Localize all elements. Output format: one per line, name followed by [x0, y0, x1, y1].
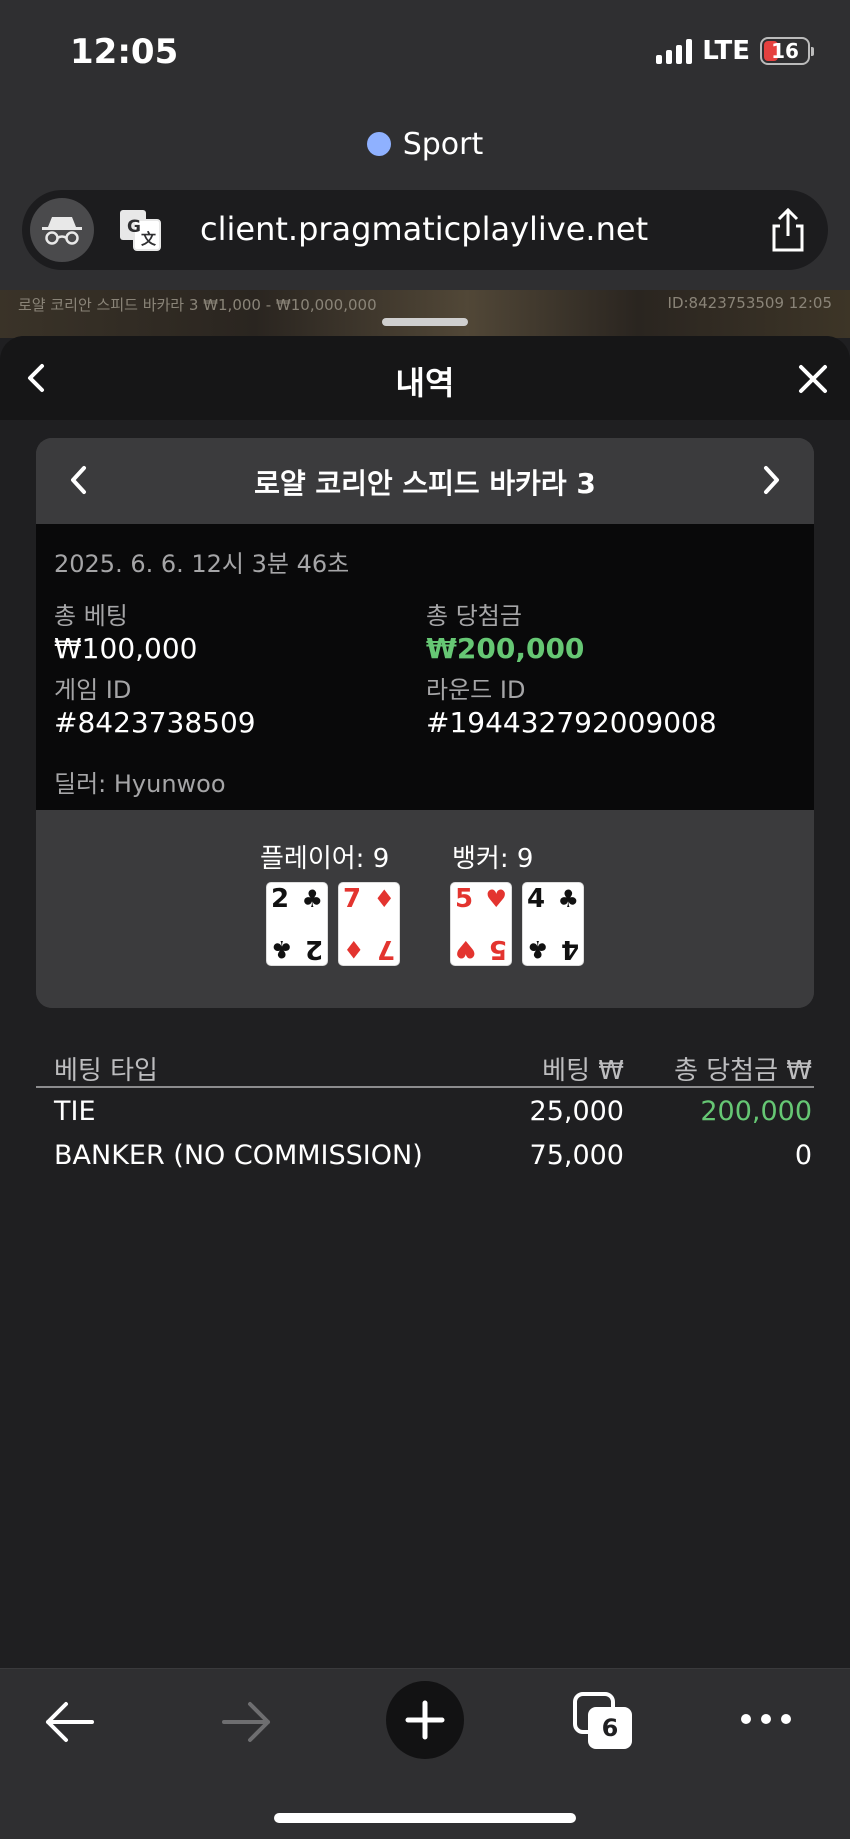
- close-button[interactable]: [796, 362, 830, 396]
- card-rank: 2: [271, 884, 290, 914]
- card-suit: ♣: [557, 885, 579, 913]
- card-suit: ♥: [455, 935, 477, 963]
- game-id-label: 게임 ID: [54, 676, 132, 704]
- browser-address-area: G 文 client.pragmaticplaylive.net: [0, 184, 850, 290]
- header-total-win: 총 당첨금 ₩: [674, 1056, 812, 1086]
- incognito-icon[interactable]: [30, 198, 94, 262]
- more-options-icon[interactable]: [738, 1709, 794, 1733]
- playing-card: 4 ♣ 4 ♣: [522, 882, 584, 966]
- card-rank: 7: [343, 884, 362, 914]
- url-text[interactable]: client.pragmaticplaylive.net: [200, 210, 648, 248]
- card-rank: 2: [304, 934, 323, 964]
- banker-score: 뱅커: 9: [452, 844, 534, 874]
- playing-card: 7 ♦ 7 ♦: [338, 882, 400, 966]
- status-time: 12:05: [70, 32, 179, 72]
- bet-type: TIE: [54, 1096, 96, 1127]
- site-label: Sport: [0, 104, 850, 184]
- history-sheet: 내역 로얄 코리안 스피드 바카라 3 2025. 6. 6. 12시 3분 4…: [0, 336, 850, 1668]
- translate-icon[interactable]: G 文: [118, 208, 162, 252]
- home-indicator[interactable]: [274, 1813, 576, 1823]
- bets-table: 베팅 타입 베팅 ₩ 총 당첨금 ₩ TIE 25,000 200,000 BA…: [36, 1042, 814, 1176]
- cards-result: 플레이어: 9 뱅커: 9 2 ♣ 2 ♣ 7 ♦ 7 ♦ 5 ♥ 5 ♥ 4: [36, 810, 814, 1008]
- player-score: 플레이어: 9: [260, 844, 390, 874]
- card-suit: ♣: [301, 885, 323, 913]
- win-amount: 200,000: [700, 1096, 812, 1127]
- status-indicators: LTE 16: [656, 36, 814, 66]
- tabs-button[interactable]: 6: [572, 1691, 634, 1751]
- next-round-button[interactable]: [758, 462, 784, 498]
- bet-amount: 75,000: [529, 1140, 624, 1171]
- site-dot-icon: [366, 132, 391, 156]
- site-label-text: Sport: [402, 126, 484, 162]
- table-row: TIE 25,000 200,000: [36, 1088, 814, 1132]
- header-bet-amount: 베팅 ₩: [542, 1056, 624, 1086]
- round-id-label: 라운드 ID: [426, 676, 526, 704]
- signal-icon: [656, 38, 693, 64]
- tab-count: 6: [588, 1707, 632, 1749]
- game-id-value: #8423738509: [54, 706, 256, 739]
- card-rank: 5: [488, 934, 507, 964]
- card-suit: ♣: [271, 935, 293, 963]
- status-bar: 12:05 LTE 16: [0, 0, 850, 104]
- address-bar[interactable]: G 文 client.pragmaticplaylive.net: [22, 190, 828, 270]
- total-bet-value: ₩100,000: [54, 632, 198, 665]
- card-suit: ♦: [373, 885, 395, 913]
- round-id-value: #194432792009008: [426, 706, 717, 739]
- bet-type: BANKER (NO COMMISSION): [54, 1140, 423, 1171]
- card-suit: ♥: [485, 885, 507, 913]
- sheet-header: 내역: [0, 336, 850, 420]
- dealer-name: 딜러: Hyunwoo: [54, 770, 226, 798]
- sheet-drag-handle[interactable]: [382, 318, 468, 326]
- round-datetime: 2025. 6. 6. 12시 3분 46초: [54, 550, 350, 578]
- new-tab-button[interactable]: [386, 1681, 464, 1759]
- total-win-label: 총 당첨금: [426, 602, 522, 630]
- battery-icon: 16: [760, 37, 814, 65]
- game-strip-right-text: ID:8423753509 12:05: [667, 294, 832, 312]
- card-rank: 5: [455, 884, 474, 914]
- round-info: 2025. 6. 6. 12시 3분 46초 총 베팅 ₩100,000 총 당…: [36, 524, 814, 810]
- playing-card: 5 ♥ 5 ♥: [450, 882, 512, 966]
- browser-back-button[interactable]: [40, 1697, 98, 1751]
- game-name: 로얄 코리안 스피드 바카라 3: [254, 467, 596, 500]
- card-suit: ♦: [343, 935, 365, 963]
- game-nav-header: 로얄 코리안 스피드 바카라 3: [36, 438, 814, 524]
- table-row: BANKER (NO COMMISSION) 75,000 0: [36, 1132, 814, 1176]
- total-win-value: ₩200,000: [426, 632, 585, 665]
- card-rank: 4: [527, 884, 546, 914]
- game-strip-left-text: 로얄 코리안 스피드 바카라 3 ₩1,000 - ₩10,000,000: [18, 296, 377, 314]
- card-rank: 4: [560, 934, 579, 964]
- network-type: LTE: [702, 36, 750, 66]
- round-detail-card: 로얄 코리안 스피드 바카라 3 2025. 6. 6. 12시 3분 46초 …: [36, 438, 814, 1008]
- sheet-title: 내역: [395, 364, 455, 402]
- browser-toolbar: 6: [0, 1668, 850, 1839]
- card-suit: ♣: [527, 935, 549, 963]
- bet-amount: 25,000: [529, 1096, 624, 1127]
- svg-text:文: 文: [141, 230, 157, 248]
- svg-text:G: G: [127, 217, 141, 237]
- playing-card: 2 ♣ 2 ♣: [266, 882, 328, 966]
- battery-level: 16: [771, 39, 799, 63]
- card-rank: 7: [376, 934, 395, 964]
- total-bet-label: 총 베팅: [54, 602, 128, 630]
- table-header: 베팅 타입 베팅 ₩ 총 당첨금 ₩: [36, 1042, 814, 1088]
- share-icon[interactable]: [766, 206, 810, 254]
- game-background-strip: 로얄 코리안 스피드 바카라 3 ₩1,000 - ₩10,000,000 ID…: [0, 290, 850, 338]
- browser-forward-button[interactable]: [218, 1697, 276, 1751]
- win-amount: 0: [794, 1140, 812, 1171]
- header-bet-type: 베팅 타입: [54, 1056, 158, 1086]
